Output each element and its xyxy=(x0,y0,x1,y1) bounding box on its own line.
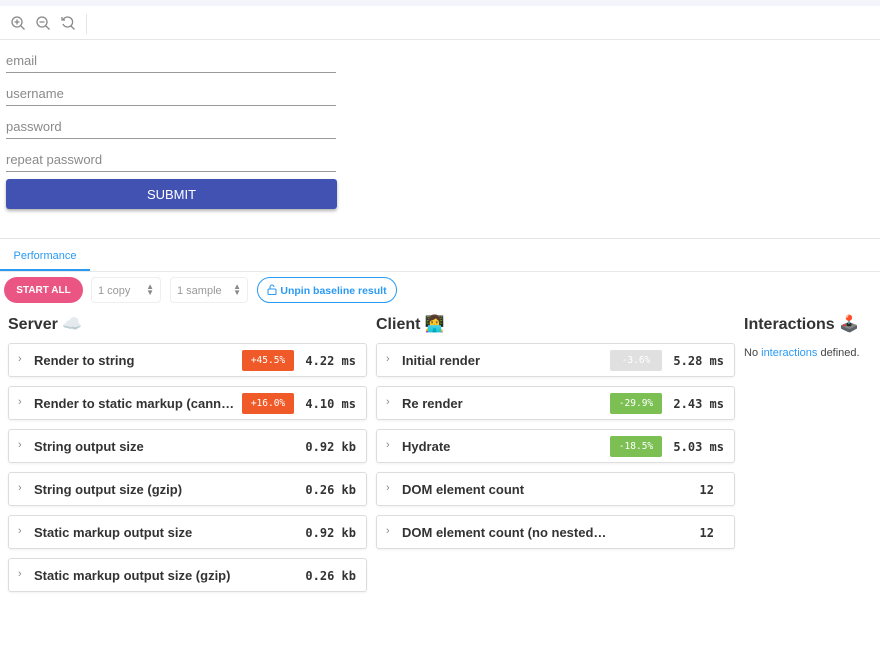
chevron-right-icon[interactable]: › xyxy=(386,525,390,537)
metric-value: 0.26 kb xyxy=(305,483,356,497)
metric-row[interactable]: › DOM element count (no nested inline svg… xyxy=(376,515,735,549)
metric-row[interactable]: › Re render -29.9% 2.43 ms xyxy=(376,386,735,420)
server-heading: Server ☁️ xyxy=(8,316,83,333)
metric-value: 0.92 kb xyxy=(305,526,356,540)
text: No xyxy=(744,347,762,359)
chevron-right-icon[interactable]: › xyxy=(386,396,390,408)
diff-badge: +45.5% xyxy=(242,350,294,371)
metric-row[interactable]: › Render to string +45.5% 4.22 ms xyxy=(8,343,367,377)
metric-value: 0.92 kb xyxy=(305,440,356,454)
metric-value: 4.22 ms xyxy=(305,354,356,368)
email-field[interactable]: email xyxy=(6,49,336,73)
username-field[interactable]: username xyxy=(6,82,336,106)
metric-label: Re render xyxy=(402,396,463,411)
password-field[interactable]: password xyxy=(6,115,336,139)
stepper-icon: ▲ ▼ xyxy=(146,282,154,297)
chevron-right-icon[interactable]: › xyxy=(386,353,390,365)
unpin-baseline-button[interactable]: Unpin baseline result xyxy=(257,277,397,303)
samples-select[interactable]: 1 sample ▲ ▼ xyxy=(170,277,248,303)
metric-row[interactable]: › String output size (gzip) 0.26 kb xyxy=(8,472,367,506)
reset-zoom-icon[interactable] xyxy=(60,15,76,31)
zoom-in-icon[interactable] xyxy=(10,15,26,31)
client-heading: Client 👩‍💻 xyxy=(376,316,445,333)
diff-badge: -29.9% xyxy=(610,393,662,414)
metric-row[interactable]: › Static markup output size 0.92 kb xyxy=(8,515,367,549)
metric-label: Static markup output size (gzip) xyxy=(34,568,231,583)
zoom-out-icon[interactable] xyxy=(35,15,51,31)
metric-row[interactable]: › Static markup output size (gzip) 0.26 kb xyxy=(8,558,367,592)
toolbar xyxy=(0,6,880,40)
metric-label: String output size (gzip) xyxy=(34,482,183,497)
metric-row[interactable]: › Render to static markup (cannot hydrate… xyxy=(8,386,367,420)
diff-badge: -3.6% xyxy=(610,350,662,371)
interactions-link[interactable]: interactions xyxy=(761,347,817,359)
chevron-right-icon[interactable]: › xyxy=(18,439,22,451)
chevron-right-icon[interactable]: › xyxy=(18,525,22,537)
chevron-right-icon[interactable]: › xyxy=(18,396,22,408)
text: defined. xyxy=(817,347,860,359)
start-all-button[interactable]: START ALL xyxy=(4,277,83,303)
toolbar-separator xyxy=(86,14,87,34)
tab-bar-border xyxy=(0,271,880,272)
metric-row[interactable]: › Hydrate -18.5% 5.03 ms xyxy=(376,429,735,463)
unlock-icon xyxy=(267,284,277,296)
metric-value: 12 xyxy=(699,483,714,497)
metric-row[interactable]: › Initial render -3.6% 5.28 ms xyxy=(376,343,735,377)
metric-value: 5.03 ms xyxy=(673,440,724,454)
submit-button[interactable]: SUBMIT xyxy=(6,179,337,209)
metric-label: DOM element count xyxy=(402,482,525,497)
metric-label: Static markup output size xyxy=(34,525,193,540)
diff-badge: -18.5% xyxy=(610,436,662,457)
metric-label: Render to string xyxy=(34,353,135,368)
repeat-password-field[interactable]: repeat password xyxy=(6,148,336,172)
metric-value: 2.43 ms xyxy=(673,397,724,411)
chevron-right-icon[interactable]: › xyxy=(18,482,22,494)
tab-performance[interactable]: Performance xyxy=(0,246,90,271)
metric-row[interactable]: › DOM element count 12 xyxy=(376,472,735,506)
metric-label: String output size xyxy=(34,439,144,454)
metric-label: DOM element count (no nested inline svg … xyxy=(402,525,607,540)
chevron-right-icon[interactable]: › xyxy=(386,439,390,451)
metric-value: 12 xyxy=(699,526,714,540)
chevron-right-icon[interactable]: › xyxy=(18,353,22,365)
chevron-right-icon[interactable]: › xyxy=(386,482,390,494)
metric-value: 5.28 ms xyxy=(673,354,724,368)
divider xyxy=(0,238,880,239)
copies-select[interactable]: 1 copy ▲ ▼ xyxy=(91,277,161,303)
chevron-right-icon[interactable]: › xyxy=(18,568,22,580)
diff-badge: +16.0% xyxy=(242,393,294,414)
metric-row[interactable]: › String output size 0.92 kb xyxy=(8,429,367,463)
stepper-icon: ▲ ▼ xyxy=(233,282,241,297)
metric-value: 0.26 kb xyxy=(305,569,356,583)
metric-label: Hydrate xyxy=(402,439,451,454)
metric-label: Render to static markup (cannot hydrate) xyxy=(34,396,239,411)
metric-value: 4.10 ms xyxy=(305,397,356,411)
metric-label: Initial render xyxy=(402,353,481,368)
unpin-label: Unpin baseline result xyxy=(280,285,387,297)
interactions-heading: Interactions 🕹️ xyxy=(744,316,860,333)
copies-value: 1 copy xyxy=(98,285,131,297)
samples-value: 1 sample xyxy=(177,285,222,297)
interactions-message: No interactions defined. xyxy=(744,347,860,359)
